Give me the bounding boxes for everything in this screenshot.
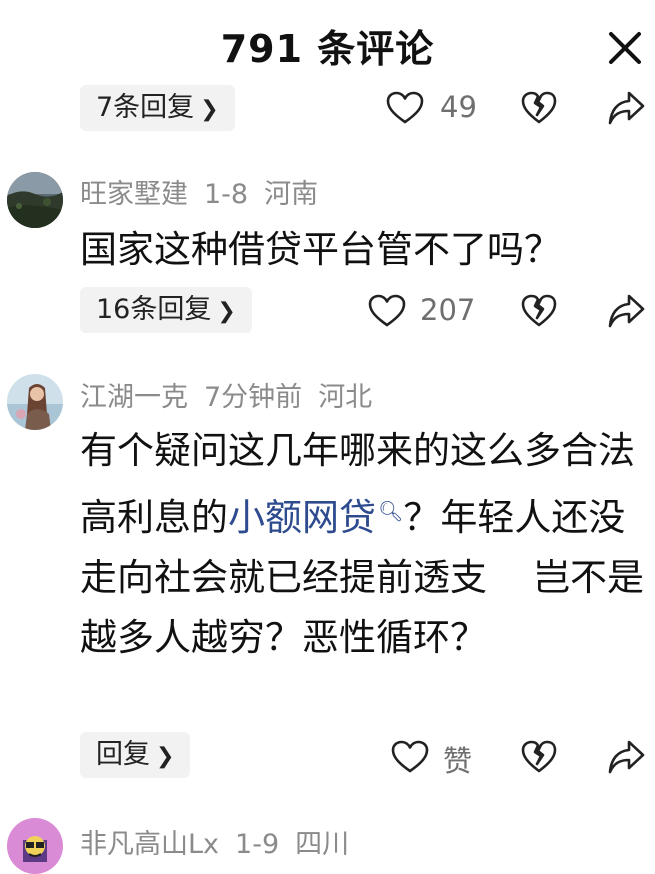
chevron-right-icon: ❯ <box>200 97 219 122</box>
comments-header: 791 条评论 <box>0 0 655 92</box>
close-button[interactable] <box>601 24 649 72</box>
comment-location: 河南 <box>264 179 319 210</box>
comment-date: 1-8 <box>204 179 249 210</box>
chevron-right-icon: ❯ <box>217 299 236 324</box>
broken-heart-icon <box>521 91 557 124</box>
view-replies-button[interactable]: 7条回复 ❯ <box>80 85 235 131</box>
dislike-button[interactable] <box>521 740 557 774</box>
view-replies-button[interactable]: 16条回复 ❯ <box>80 287 252 333</box>
share-button[interactable] <box>607 293 645 329</box>
share-icon <box>608 294 645 328</box>
username[interactable]: 江湖一克 <box>80 382 188 413</box>
username[interactable]: 非凡高山Lx <box>80 829 219 860</box>
comment-text: 国家这种借贷平台管不了吗？ <box>80 228 561 271</box>
close-icon <box>609 32 641 64</box>
like-label: 赞 <box>443 744 473 778</box>
broken-heart-icon <box>521 740 557 773</box>
dislike-button[interactable] <box>521 294 557 328</box>
heart-icon <box>368 294 406 327</box>
reply-count-label: 7条回复 <box>96 92 195 123</box>
comment-meta: 非凡高山Lx 1-9 四川 <box>80 822 365 861</box>
like-count: 49 <box>440 90 477 124</box>
user-avatar[interactable] <box>7 172 63 228</box>
broken-heart-icon <box>521 294 557 327</box>
user-avatar[interactable] <box>7 374 63 430</box>
landscape-avatar <box>7 172 63 228</box>
reply-button[interactable]: 回复 ❯ <box>80 732 191 778</box>
share-button[interactable] <box>607 90 645 126</box>
comment-meta: 旺家墅建 1-8 河南 <box>80 172 334 211</box>
like-button[interactable] <box>368 294 406 328</box>
search-link-text: 小额网贷 <box>228 496 376 539</box>
woman-avatar <box>7 374 63 430</box>
reply-count-label: 16条回复 <box>96 294 212 325</box>
comment-meta: 江湖一克 7分钟前 河北 <box>80 375 388 414</box>
share-icon <box>608 91 645 125</box>
cartoon-avatar <box>7 818 63 874</box>
like-count: 207 <box>420 293 476 327</box>
like-button[interactable] <box>386 91 424 125</box>
comment-text: 有个疑问这几年哪来的这么多合法高利息的小额网贷 🔍︎？年轻人还没走向社会就已经提前… <box>80 421 650 668</box>
reply-label: 回复 <box>96 739 150 770</box>
heart-icon <box>391 740 429 773</box>
comment-date: 7分钟前 <box>204 382 303 413</box>
like-button[interactable] <box>391 740 429 774</box>
share-icon <box>608 740 645 774</box>
comment-count-title: 791 条评论 <box>220 27 435 71</box>
user-avatar[interactable] <box>7 818 63 874</box>
comment-location: 河北 <box>318 382 373 413</box>
search-link[interactable]: 小额网贷 🔍︎ <box>228 496 403 539</box>
dislike-button[interactable] <box>521 91 557 125</box>
heart-icon <box>386 91 424 124</box>
username[interactable]: 旺家墅建 <box>80 179 188 210</box>
share-button[interactable] <box>607 739 645 775</box>
search-icon: 🔍︎ <box>378 499 404 523</box>
comment-date: 1-9 <box>235 829 280 860</box>
chevron-right-icon: ❯ <box>156 744 175 769</box>
comment-location: 四川 <box>295 829 350 860</box>
